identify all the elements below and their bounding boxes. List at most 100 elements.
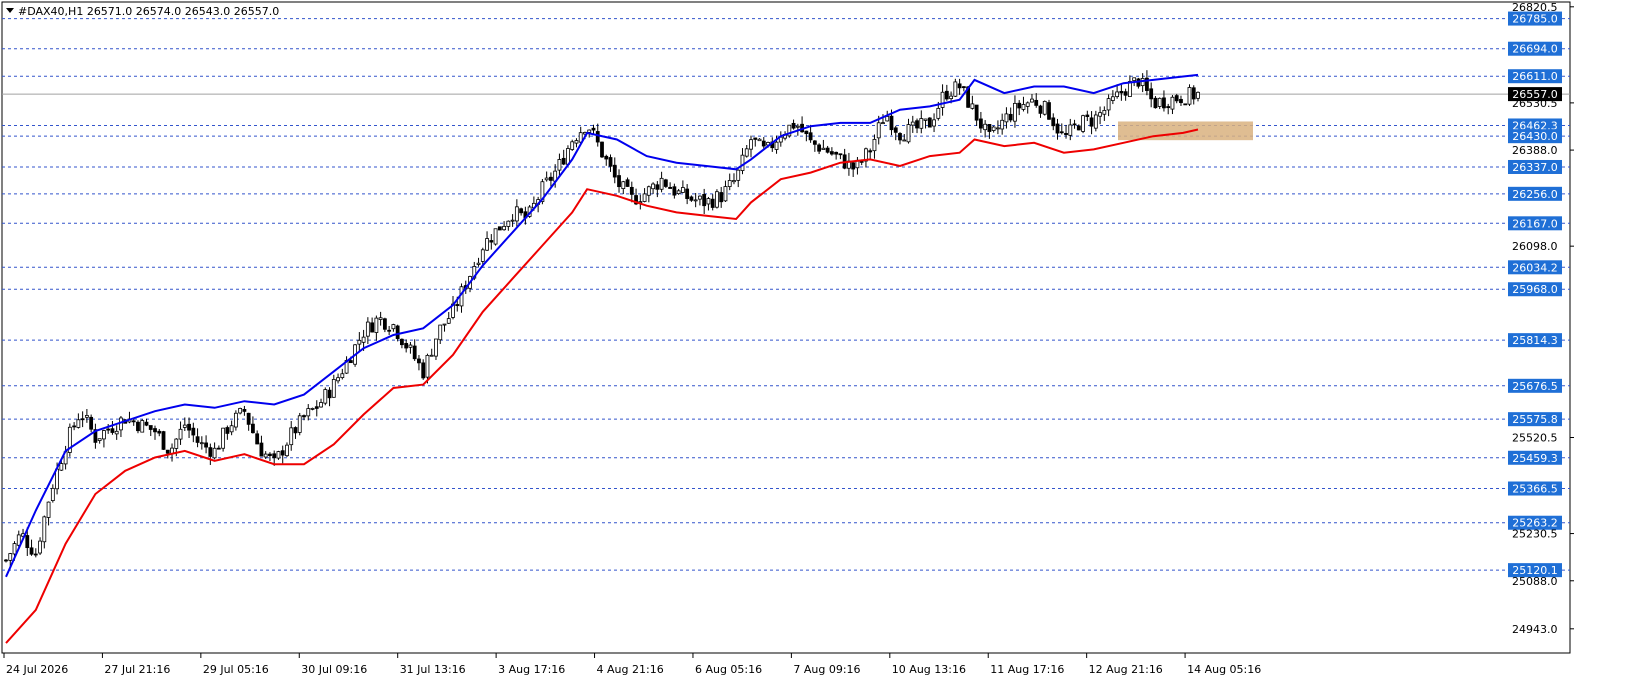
candle-body [297, 415, 302, 433]
level-tag-label: 26785.0 [1512, 13, 1558, 26]
candle-body [719, 192, 724, 203]
candle-body [1106, 98, 1111, 111]
candle-body [978, 118, 983, 129]
candle-body [1004, 113, 1009, 123]
candle-body [340, 373, 345, 379]
candle-body [1021, 104, 1026, 110]
chart-window[interactable]: 26785.0 26694.0 26611.0 26462.3 26430.0 26337… [0, 0, 1626, 686]
candle-body [715, 191, 719, 208]
candle-body [1174, 95, 1179, 102]
candle-body [1017, 102, 1022, 109]
candle-body [46, 501, 51, 518]
candle-body [4, 559, 8, 562]
candle-body [1170, 96, 1175, 110]
candle-body [659, 177, 664, 190]
price-axis[interactable]: 26820.526530.526388.026098.025520.525230… [1508, 1, 1574, 636]
candle-body [1115, 91, 1120, 97]
candle-body [544, 177, 549, 181]
candle-body [365, 321, 370, 337]
candle-body [510, 219, 515, 222]
candle-body [485, 238, 489, 251]
candle-body [208, 447, 213, 457]
x-tick-label: 27 Jul 21:16 [104, 663, 170, 676]
dropdown-triangle-icon[interactable] [6, 8, 14, 13]
candle-body [1149, 88, 1154, 100]
candle-body [868, 150, 873, 153]
candle-body [1119, 90, 1124, 94]
y-tick-label: 26820.5 [1512, 1, 1558, 14]
symbol-info: #DAX40,H1 26571.0 26574.0 26543.0 26557.… [18, 5, 279, 18]
candle-body [84, 415, 89, 418]
candle-body [600, 141, 604, 158]
level-tag-label: 25575.8 [1512, 413, 1558, 426]
candle-body [199, 442, 204, 445]
x-tick-label: 12 Aug 21:16 [1089, 663, 1163, 676]
candle-body [795, 125, 800, 128]
y-tick-label: 26388.0 [1512, 144, 1558, 157]
candle-body [774, 141, 779, 150]
candle-body [1093, 114, 1098, 129]
candle-body [136, 421, 140, 432]
candle-body [646, 186, 651, 196]
candle-body [1085, 114, 1090, 117]
candle-body [131, 420, 136, 423]
candle-body [182, 424, 187, 428]
candle-body [272, 453, 277, 459]
candle-body [38, 540, 42, 554]
candle-body [881, 122, 885, 125]
candle-body [1055, 123, 1060, 134]
candle-body [1153, 97, 1158, 109]
candle-body [1051, 117, 1056, 127]
price-chart[interactable]: 26785.026694.026611.026462.326430.026337… [0, 0, 1626, 686]
chart-header: #DAX40,H1 26571.0 26574.0 26543.0 26557.… [6, 5, 279, 18]
candle-body [889, 115, 894, 131]
candle-body [238, 408, 243, 414]
plot-frame [1, 1, 1571, 654]
candle-body [834, 151, 839, 155]
candle-body [698, 195, 702, 200]
candle-body [1047, 102, 1051, 120]
candle-body [723, 186, 728, 202]
candle-body [429, 354, 434, 357]
candle-body [76, 419, 81, 428]
candle-body [246, 412, 251, 425]
candle-body [114, 430, 119, 435]
candle-body [1081, 115, 1085, 132]
candle-body [157, 430, 162, 434]
candle-body [259, 442, 264, 457]
candle-body [872, 138, 877, 152]
y-tick-label: 25520.5 [1512, 431, 1558, 444]
candle-body [165, 449, 170, 454]
candle-body [587, 129, 592, 133]
candle-body [961, 86, 966, 89]
candle-body [1123, 91, 1128, 96]
candle-body [404, 343, 409, 349]
candle-body [229, 425, 234, 433]
level-tag-label: 26034.2 [1512, 261, 1558, 274]
candle-body [327, 389, 332, 399]
level-tag-label: 26611.0 [1512, 70, 1558, 83]
candle-body [953, 81, 958, 97]
candle-body [514, 206, 519, 222]
candle-body [876, 122, 881, 139]
candle-body [727, 180, 732, 187]
candle-body [1072, 123, 1077, 126]
candle-body [629, 186, 634, 195]
candle-body [59, 463, 64, 471]
candle-body [574, 140, 579, 144]
candle-body [1157, 97, 1162, 107]
candle-body [255, 433, 260, 445]
candle-body [1102, 110, 1107, 115]
bands [5, 73, 1199, 644]
candle-body [319, 402, 323, 408]
candle-body [361, 336, 366, 343]
candle-body [395, 325, 400, 339]
time-axis[interactable]: 24 Jul 2026 27 Jul 21:16 29 Jul 05:16 30 Ju… [3, 653, 1261, 676]
y-tick-label: 25088.0 [1512, 575, 1558, 588]
candle-body [591, 127, 596, 131]
candle-body [608, 157, 613, 167]
zone-layer [1118, 121, 1253, 141]
candle-body [970, 103, 975, 109]
level-tag-label: 25814.3 [1512, 334, 1558, 347]
candle-body [685, 188, 690, 199]
